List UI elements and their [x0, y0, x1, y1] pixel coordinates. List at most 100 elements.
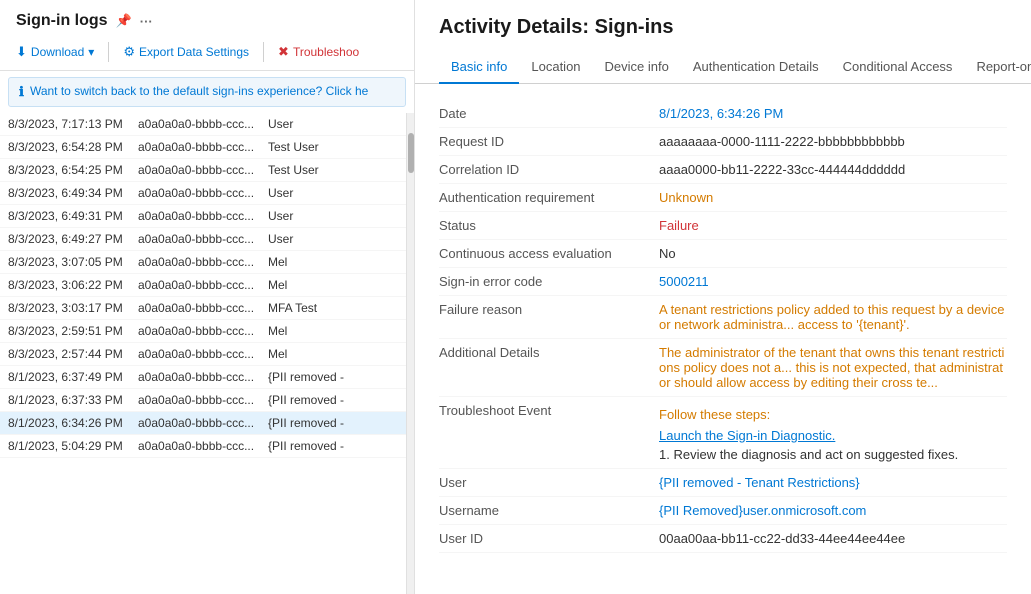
- log-user: {PII removed -: [268, 393, 398, 407]
- log-row[interactable]: 8/1/2023, 6:37:49 PM a0a0a0a0-bbbb-ccc..…: [0, 366, 406, 389]
- log-id: a0a0a0a0-bbbb-ccc...: [138, 370, 268, 384]
- log-id: a0a0a0a0-bbbb-ccc...: [138, 324, 268, 338]
- download-chevron-icon: ▾: [88, 45, 94, 59]
- tab-authentication-details[interactable]: Authentication Details: [681, 51, 831, 84]
- detail-row: Username{PII Removed}user.onmicrosoft.co…: [439, 497, 1007, 525]
- log-date: 8/1/2023, 6:37:49 PM: [8, 370, 138, 384]
- log-user: User: [268, 209, 398, 223]
- download-button[interactable]: ⬇ Download ▾: [8, 40, 102, 64]
- log-id: a0a0a0a0-bbbb-ccc...: [138, 301, 268, 315]
- log-row[interactable]: 8/1/2023, 5:04:29 PM a0a0a0a0-bbbb-ccc..…: [0, 435, 406, 458]
- detail-value: Follow these steps: Launch the Sign-in D…: [659, 407, 1007, 462]
- detail-label: User: [439, 475, 659, 490]
- log-row[interactable]: 8/3/2023, 3:07:05 PM a0a0a0a0-bbbb-ccc..…: [0, 251, 406, 274]
- log-row[interactable]: 8/1/2023, 6:34:26 PM a0a0a0a0-bbbb-ccc..…: [0, 412, 406, 435]
- log-user: {PII removed -: [268, 416, 398, 430]
- detail-row: Sign-in error code5000211: [439, 268, 1007, 296]
- log-row[interactable]: 8/3/2023, 6:54:25 PM a0a0a0a0-bbbb-ccc..…: [0, 159, 406, 182]
- log-date: 8/3/2023, 6:54:28 PM: [8, 140, 138, 154]
- log-id: a0a0a0a0-bbbb-ccc...: [138, 186, 268, 200]
- detail-label: Authentication requirement: [439, 190, 659, 205]
- log-user: Test User: [268, 163, 398, 177]
- download-label: Download: [31, 45, 84, 59]
- log-scroll-container[interactable]: 8/3/2023, 7:17:13 PM a0a0a0a0-bbbb-ccc..…: [0, 113, 406, 594]
- detail-row: Continuous access evaluationNo: [439, 240, 1007, 268]
- title-text: Sign-in logs: [16, 12, 108, 30]
- log-user: Mel: [268, 278, 398, 292]
- log-id: a0a0a0a0-bbbb-ccc...: [138, 439, 268, 453]
- log-date: 8/3/2023, 6:54:25 PM: [8, 163, 138, 177]
- detail-row: User{PII removed - Tenant Restrictions}: [439, 469, 1007, 497]
- tab-location[interactable]: Location: [519, 51, 592, 84]
- scrollbar-track[interactable]: [406, 113, 414, 594]
- log-date: 8/3/2023, 6:49:27 PM: [8, 232, 138, 246]
- log-user: Test User: [268, 140, 398, 154]
- details-content: Date8/1/2023, 6:34:26 PMRequest IDaaaaaa…: [415, 84, 1031, 594]
- download-icon: ⬇: [16, 44, 27, 60]
- log-date: 8/3/2023, 3:07:05 PM: [8, 255, 138, 269]
- info-banner-text: Want to switch back to the default sign-…: [30, 84, 368, 98]
- detail-value: {PII removed - Tenant Restrictions}: [659, 475, 1007, 490]
- log-date: 8/1/2023, 6:34:26 PM: [8, 416, 138, 430]
- detail-row: User ID00aa00aa-bb11-cc22-dd33-44ee44ee4…: [439, 525, 1007, 553]
- toolbar-divider-1: [108, 42, 109, 62]
- log-id: a0a0a0a0-bbbb-ccc...: [138, 347, 268, 361]
- info-icon: ℹ: [19, 84, 24, 100]
- log-row[interactable]: 8/3/2023, 2:59:51 PM a0a0a0a0-bbbb-ccc..…: [0, 320, 406, 343]
- log-row[interactable]: 8/3/2023, 6:49:31 PM a0a0a0a0-bbbb-ccc..…: [0, 205, 406, 228]
- export-button[interactable]: ⚙ Export Data Settings: [115, 40, 257, 64]
- log-date: 8/3/2023, 3:03:17 PM: [8, 301, 138, 315]
- detail-label: Additional Details: [439, 345, 659, 360]
- log-user: {PII removed -: [268, 370, 398, 384]
- troubleshoot-icon: ✖: [278, 44, 289, 60]
- detail-row: Request IDaaaaaaaa-0000-1111-2222-bbbbbb…: [439, 128, 1007, 156]
- toolbar-divider-2: [263, 42, 264, 62]
- right-header: Activity Details: Sign-ins: [415, 0, 1031, 51]
- info-banner[interactable]: ℹ Want to switch back to the default sig…: [8, 77, 406, 107]
- log-row[interactable]: 8/3/2023, 2:57:44 PM a0a0a0a0-bbbb-ccc..…: [0, 343, 406, 366]
- follow-steps-text: Follow these steps:: [659, 407, 1007, 422]
- log-user: MFA Test: [268, 301, 398, 315]
- tab-conditional-access[interactable]: Conditional Access: [831, 51, 965, 84]
- detail-label: Request ID: [439, 134, 659, 149]
- detail-title: Activity Details: Sign-ins: [439, 16, 1007, 39]
- pin-icon[interactable]: 📌: [116, 13, 132, 29]
- log-user: Mel: [268, 255, 398, 269]
- left-panel: Sign-in logs 📌 ··· ⬇ Download ▾ ⚙ Export…: [0, 0, 415, 594]
- launch-diagnostic-link[interactable]: Launch the Sign-in Diagnostic.: [659, 428, 1007, 443]
- detail-label: User ID: [439, 531, 659, 546]
- log-date: 8/3/2023, 3:06:22 PM: [8, 278, 138, 292]
- log-row[interactable]: 8/3/2023, 6:49:34 PM a0a0a0a0-bbbb-ccc..…: [0, 182, 406, 205]
- log-row[interactable]: 8/1/2023, 6:37:33 PM a0a0a0a0-bbbb-ccc..…: [0, 389, 406, 412]
- log-id: a0a0a0a0-bbbb-ccc...: [138, 140, 268, 154]
- detail-value: 8/1/2023, 6:34:26 PM: [659, 106, 1007, 121]
- troubleshoot-button[interactable]: ✖ Troubleshoo: [270, 40, 367, 64]
- detail-value: {PII Removed}user.onmicrosoft.com: [659, 503, 1007, 518]
- detail-row: Date8/1/2023, 6:34:26 PM: [439, 100, 1007, 128]
- more-icon[interactable]: ···: [140, 14, 153, 29]
- tab-basic-info[interactable]: Basic info: [439, 51, 519, 84]
- log-date: 8/3/2023, 7:17:13 PM: [8, 117, 138, 131]
- tab-device-info[interactable]: Device info: [593, 51, 681, 84]
- log-id: a0a0a0a0-bbbb-ccc...: [138, 209, 268, 223]
- detail-row: Authentication requirementUnknown: [439, 184, 1007, 212]
- detail-label: Correlation ID: [439, 162, 659, 177]
- troubleshoot-label: Troubleshoo: [293, 45, 359, 59]
- scrollbar-thumb[interactable]: [408, 133, 414, 173]
- left-header: Sign-in logs 📌 ···: [0, 0, 414, 34]
- tab-report-only[interactable]: Report-only: [964, 51, 1031, 84]
- detail-row: StatusFailure: [439, 212, 1007, 240]
- log-date: 8/3/2023, 2:59:51 PM: [8, 324, 138, 338]
- log-date: 8/3/2023, 2:57:44 PM: [8, 347, 138, 361]
- log-row[interactable]: 8/3/2023, 6:54:28 PM a0a0a0a0-bbbb-ccc..…: [0, 136, 406, 159]
- log-row[interactable]: 8/3/2023, 3:06:22 PM a0a0a0a0-bbbb-ccc..…: [0, 274, 406, 297]
- log-row[interactable]: 8/3/2023, 7:17:13 PM a0a0a0a0-bbbb-ccc..…: [0, 113, 406, 136]
- log-row[interactable]: 8/3/2023, 3:03:17 PM a0a0a0a0-bbbb-ccc..…: [0, 297, 406, 320]
- log-user: User: [268, 186, 398, 200]
- log-date: 8/3/2023, 6:49:31 PM: [8, 209, 138, 223]
- log-row[interactable]: 8/3/2023, 6:49:27 PM a0a0a0a0-bbbb-ccc..…: [0, 228, 406, 251]
- log-user: {PII removed -: [268, 439, 398, 453]
- detail-row: Failure reasonA tenant restrictions poli…: [439, 296, 1007, 339]
- log-id: a0a0a0a0-bbbb-ccc...: [138, 232, 268, 246]
- log-date: 8/3/2023, 6:49:34 PM: [8, 186, 138, 200]
